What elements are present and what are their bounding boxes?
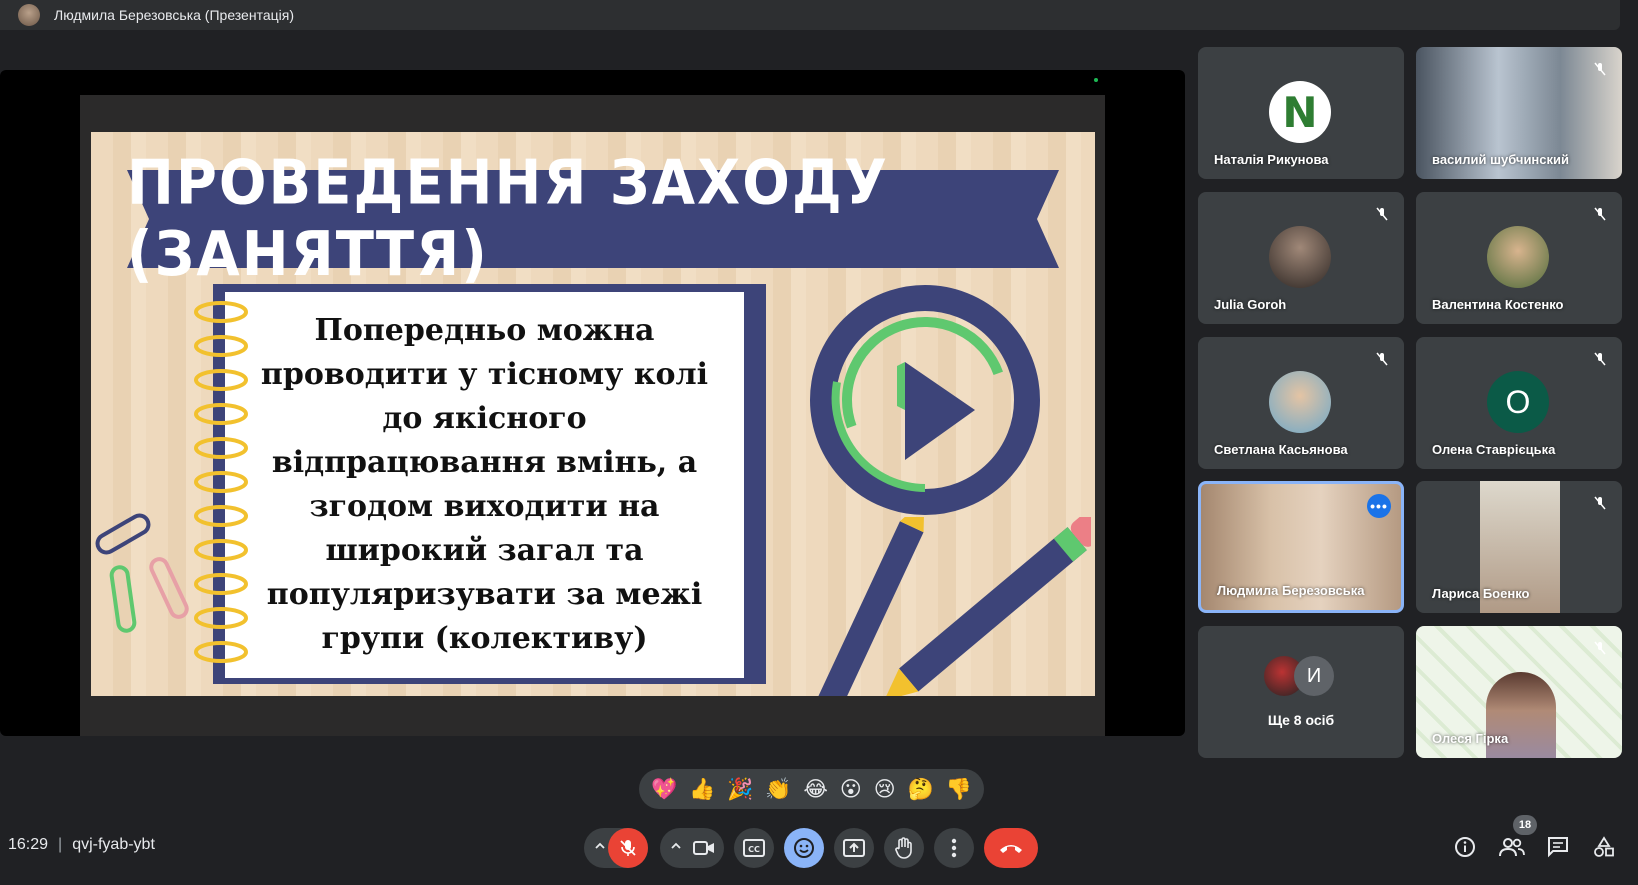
mic-off-icon bbox=[1376, 352, 1388, 366]
meeting-time: 16:29 bbox=[8, 836, 49, 853]
participant-tile[interactable]: Олеся Гірка bbox=[1416, 626, 1622, 758]
people-button[interactable] bbox=[1497, 832, 1527, 862]
slide-body-text: Попередньо можна проводити у тісному кол… bbox=[260, 313, 709, 656]
video-camera-icon bbox=[693, 841, 714, 855]
play-icon bbox=[807, 282, 1047, 527]
others-tile[interactable]: И Ще 8 осіб bbox=[1198, 626, 1404, 758]
meeting-info: 16:29 | qvj-fyab-ybt bbox=[8, 836, 155, 854]
activities-button[interactable] bbox=[1589, 832, 1619, 862]
present-screen-button[interactable] bbox=[834, 828, 874, 868]
participant-name: Лариса Боенко bbox=[1432, 586, 1530, 601]
slide: ПРОВЕДЕННЯ ЗАХОДУ (ЗАНЯТТЯ) Попередньо м… bbox=[91, 132, 1095, 696]
shapes-icon bbox=[1594, 836, 1614, 857]
presentation-indicator bbox=[1094, 78, 1098, 82]
info-icon bbox=[1455, 837, 1475, 857]
participant-tile[interactable]: N Наталія Рикунова bbox=[1198, 47, 1404, 179]
avatar bbox=[1487, 226, 1549, 288]
chat-icon bbox=[1548, 837, 1568, 858]
reactions-bar: 💖 👍 🎉 👏 😂 😮 😢 🤔 👎 bbox=[639, 769, 984, 809]
pencils-decoration bbox=[791, 499, 1095, 696]
others-label: Ще 8 осіб bbox=[1267, 712, 1335, 728]
captions-icon: CC bbox=[743, 839, 765, 857]
more-options-icon[interactable]: ••• bbox=[1367, 494, 1391, 518]
participant-tile[interactable]: Julia Goroh bbox=[1198, 192, 1404, 324]
slide-banner: ПРОВЕДЕННЯ ЗАХОДУ (ЗАНЯТТЯ) bbox=[127, 148, 1059, 291]
participant-tile[interactable]: Светлана Касьянова bbox=[1198, 337, 1404, 469]
hang-up-icon bbox=[1000, 845, 1022, 853]
present-screen-icon bbox=[843, 839, 865, 857]
emoji-reactions-button[interactable] bbox=[784, 828, 824, 868]
chevron-up-icon[interactable] bbox=[670, 840, 682, 852]
reaction-laugh[interactable]: 😂 bbox=[803, 777, 828, 801]
meeting-code: qvj-fyab-ybt bbox=[72, 836, 155, 853]
avatar bbox=[1269, 226, 1331, 288]
chevron-up-icon[interactable] bbox=[594, 840, 606, 852]
reaction-thinking[interactable]: 🤔 bbox=[908, 777, 934, 802]
captions-button[interactable]: CC bbox=[734, 828, 774, 868]
participant-name: Олена Ставрієцька bbox=[1432, 442, 1556, 457]
participant-name: Светлана Касьянова bbox=[1214, 442, 1348, 457]
more-vert-icon bbox=[951, 838, 957, 858]
avatar: И bbox=[1294, 656, 1334, 696]
leave-call-button[interactable] bbox=[984, 828, 1038, 868]
presentation-stage[interactable]: ПРОВЕДЕННЯ ЗАХОДУ (ЗАНЯТТЯ) Попередньо м… bbox=[0, 70, 1185, 736]
slide-title: ПРОВЕДЕННЯ ЗАХОДУ (ЗАНЯТТЯ) bbox=[127, 147, 889, 291]
participant-tile[interactable]: Валентина Костенко bbox=[1416, 192, 1622, 324]
meeting-details-button[interactable] bbox=[1450, 832, 1480, 862]
presenter-avatar bbox=[18, 4, 40, 26]
hand-icon bbox=[895, 837, 912, 859]
presenter-bar: Людмила Березовська (Презентація) bbox=[0, 0, 1620, 30]
participant-name: Наталія Рикунова bbox=[1214, 152, 1329, 167]
people-icon bbox=[1499, 838, 1525, 857]
reaction-thumbs-down[interactable]: 👎 bbox=[946, 777, 972, 802]
participant-tile[interactable]: Лариса Боенко bbox=[1416, 481, 1622, 613]
mic-toggle-button[interactable] bbox=[608, 828, 648, 868]
participant-name: Олеся Гірка bbox=[1432, 731, 1509, 746]
reaction-party[interactable]: 🎉 bbox=[727, 777, 753, 802]
reaction-clap[interactable]: 👏 bbox=[765, 777, 791, 802]
mic-off-icon bbox=[1594, 641, 1606, 655]
mic-off-icon bbox=[1594, 62, 1606, 76]
participant-name: Людмила Березовська bbox=[1217, 583, 1365, 598]
reaction-heart[interactable]: 💖 bbox=[651, 777, 677, 802]
participant-name: Валентина Костенко bbox=[1432, 297, 1564, 312]
camera-toggle-button[interactable] bbox=[684, 828, 724, 868]
camera-control-group bbox=[660, 828, 724, 868]
participant-tile-active[interactable]: ••• Людмила Березовська bbox=[1198, 481, 1404, 613]
mic-off-icon bbox=[1594, 496, 1606, 510]
mic-off-icon bbox=[1376, 207, 1388, 221]
reaction-sad[interactable]: 😢 bbox=[874, 777, 896, 801]
mic-control-group bbox=[584, 828, 648, 868]
svg-text:CC: CC bbox=[748, 845, 760, 854]
reaction-surprised[interactable]: 😮 bbox=[840, 777, 862, 801]
participant-tile[interactable]: О Олена Ставрієцька bbox=[1416, 337, 1622, 469]
avatar: N bbox=[1269, 81, 1331, 143]
slide-frame: ПРОВЕДЕННЯ ЗАХОДУ (ЗАНЯТТЯ) Попередньо м… bbox=[80, 95, 1105, 736]
mic-off-icon bbox=[1594, 207, 1606, 221]
participant-tile[interactable]: василий шубчинский bbox=[1416, 47, 1622, 179]
presenter-title: Людмила Березовська (Презентація) bbox=[54, 7, 294, 23]
reaction-thumbs-up[interactable]: 👍 bbox=[689, 777, 715, 802]
mic-off-icon bbox=[1594, 352, 1606, 366]
notebook-card: Попередньо можна проводити у тісному кол… bbox=[213, 284, 766, 684]
separator: | bbox=[58, 836, 63, 853]
participant-name: Julia Goroh bbox=[1214, 297, 1287, 312]
participant-name: василий шубчинский bbox=[1432, 152, 1570, 167]
avatar: О bbox=[1487, 371, 1549, 433]
more-options-button[interactable] bbox=[934, 828, 974, 868]
mic-off-icon bbox=[620, 840, 636, 856]
avatar bbox=[1269, 371, 1331, 433]
raise-hand-button[interactable] bbox=[884, 828, 924, 868]
notebook-spirals bbox=[191, 300, 251, 685]
chat-button[interactable] bbox=[1543, 832, 1573, 862]
smiley-icon bbox=[794, 838, 814, 858]
